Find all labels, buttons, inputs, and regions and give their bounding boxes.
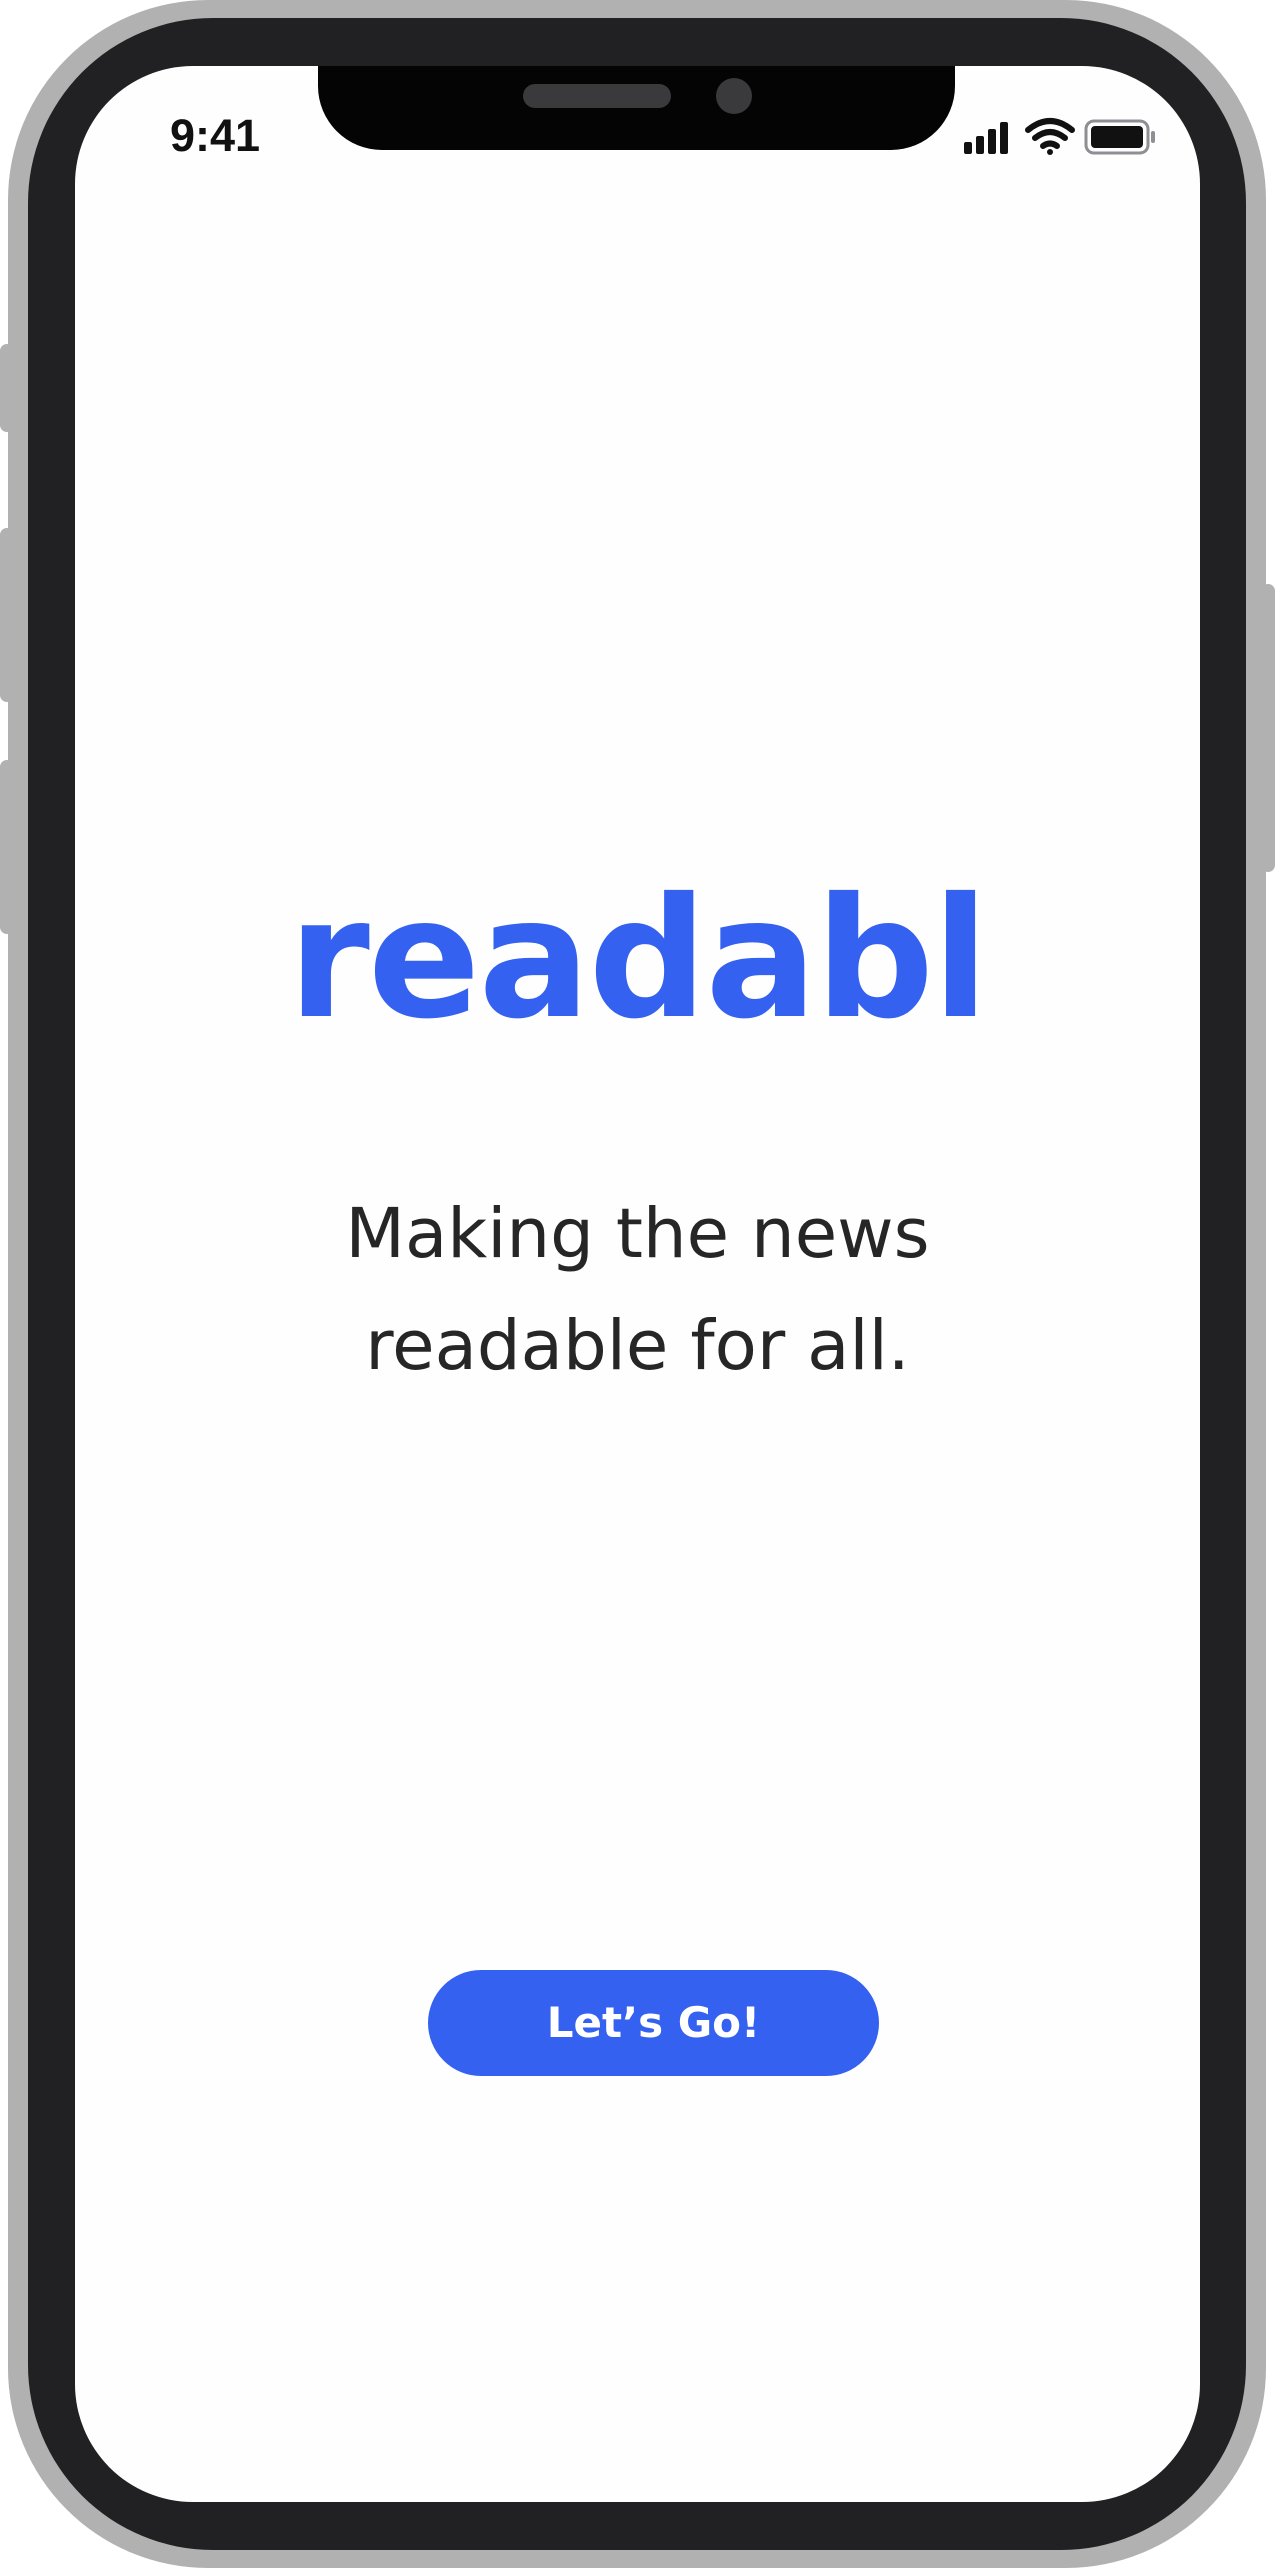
status-time: 9:41 xyxy=(170,110,261,161)
lets-go-button[interactable]: Let’s Go! xyxy=(428,1970,879,2076)
earpiece-speaker xyxy=(523,84,671,108)
notch xyxy=(318,66,955,150)
battery-icon xyxy=(1084,119,1155,155)
volume-down-button xyxy=(0,760,14,934)
status-icons xyxy=(964,118,1155,155)
app-title: readabl xyxy=(287,863,989,1056)
wifi-icon xyxy=(1025,118,1075,155)
power-button xyxy=(1261,584,1275,872)
front-camera xyxy=(716,78,752,114)
volume-up-button xyxy=(0,528,14,702)
tagline: Making the news readable for all. xyxy=(345,1194,930,1386)
cellular-signal-icon xyxy=(964,122,1008,154)
silent-switch xyxy=(0,344,14,432)
